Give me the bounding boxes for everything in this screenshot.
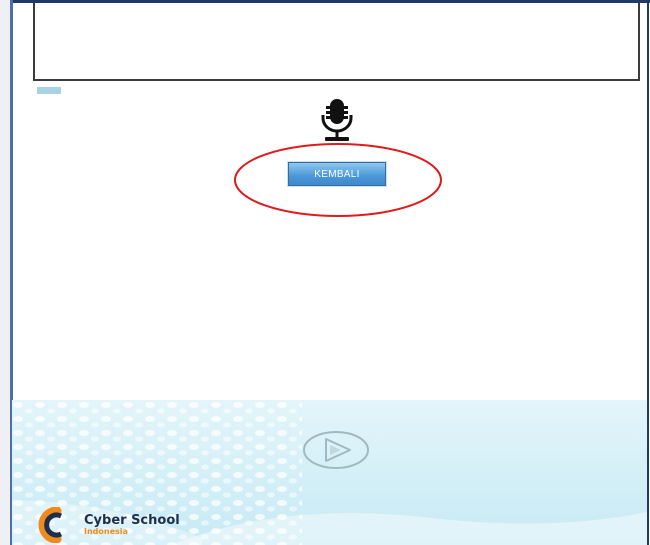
text-output-box[interactable] [33,3,640,81]
brand-name: Cyber School [84,513,180,528]
play-icon[interactable] [302,430,370,470]
cyber-school-logo [38,507,63,543]
scroll-tab[interactable] [37,87,61,94]
highlight-ellipse [234,143,442,217]
brand-subtitle: Indonesia [84,527,128,536]
window-right-border [647,0,649,545]
brand: Cyber School Indonesia [30,507,180,543]
microphone-icon[interactable] [314,99,360,143]
